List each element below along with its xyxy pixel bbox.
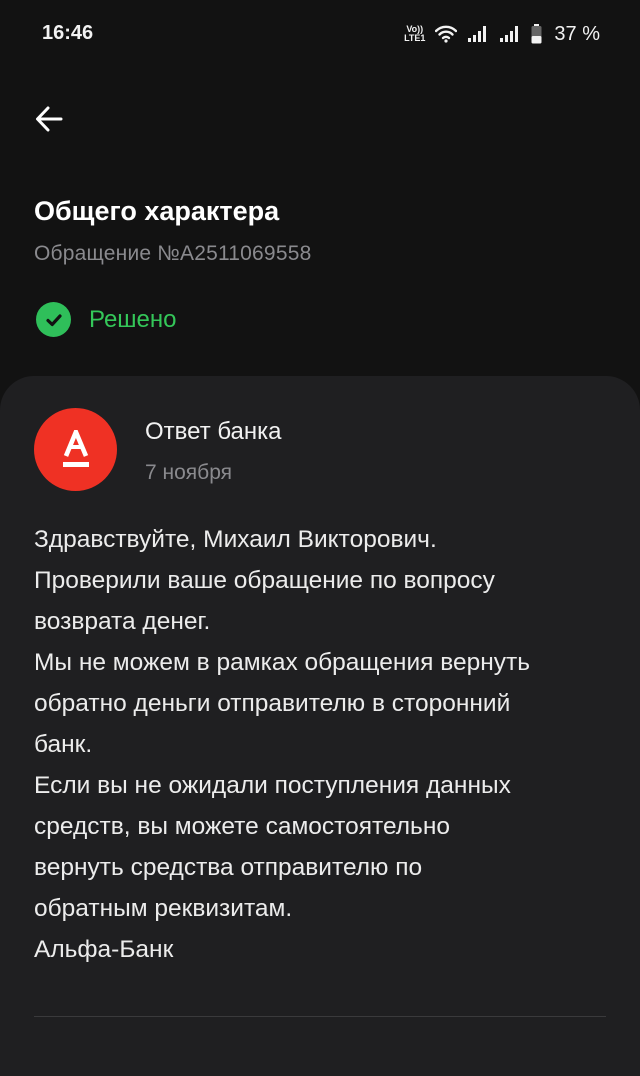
message-line: Проверили ваше обращение по вопросу (34, 567, 495, 594)
message-line: вернуть средства отправителю по (34, 854, 423, 881)
status-time: 16:46 (42, 22, 94, 44)
message-line: обратным реквизитам. (34, 895, 293, 922)
arrow-left-icon (36, 106, 63, 132)
battery-icon (531, 24, 542, 44)
message-line: Здравствуйте, Михаил Викторович. (34, 526, 437, 553)
battery-percent: 37 % (554, 22, 600, 45)
request-status: Решено (36, 302, 177, 337)
message-line: банк. (34, 731, 93, 758)
message-line: Мы не можем в рамках обращения вернуть (34, 649, 530, 676)
message-line: обратно деньги отправителю в сторонний (34, 690, 511, 717)
alfa-bank-logo-icon (34, 408, 117, 491)
signal-icon-1 (468, 26, 487, 42)
signal-icon-2 (500, 26, 519, 42)
status-label: Решено (89, 305, 177, 333)
message-card: Ответ банка 7 ноября Здравствуйте, Михаи… (0, 376, 640, 1076)
divider (34, 1016, 606, 1017)
wifi-icon (435, 25, 458, 43)
message-body: Здравствуйте, Михаил Викторович. Провери… (34, 519, 624, 970)
page-title: Общего характера (34, 196, 280, 226)
message-line: Если вы не ожидали поступления данных (34, 772, 511, 799)
request-number: Обращение №A2511069558 (34, 242, 312, 265)
message-line: средств, вы можете самостоятельно (34, 813, 450, 840)
volte-icon: Vo)) LTE1 (404, 24, 426, 43)
back-button[interactable] (26, 96, 72, 142)
message-line: возврата денег. (34, 608, 211, 635)
check-circle-icon (36, 302, 71, 337)
message-date: 7 ноября (145, 461, 233, 484)
status-icons: Vo)) LTE1 37 % (404, 20, 600, 48)
message-line: Альфа-Банк (34, 936, 174, 963)
message-sender: Ответ банка (145, 418, 282, 445)
status-bar: 16:46 Vo)) LTE1 37 % (0, 0, 640, 70)
